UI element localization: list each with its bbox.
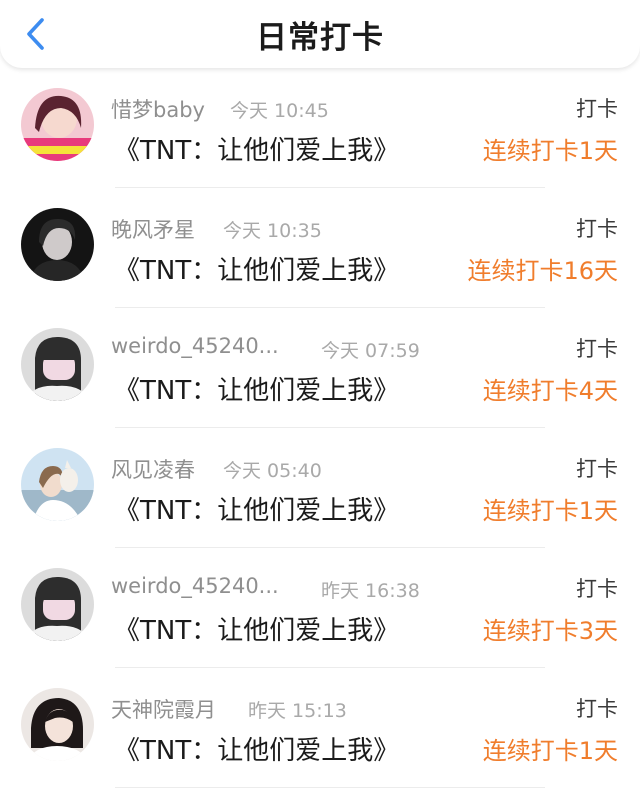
checkin-label: 打卡 [576, 97, 618, 121]
checkin-list: 惜梦baby 今天 10:45 《TNT：让他们爱上我》 打卡 连续打卡1天 晚… [0, 68, 640, 788]
username[interactable]: 天神院霞月 [111, 694, 216, 724]
avatar[interactable] [21, 568, 94, 641]
checkin-time: 今天 10:45 [230, 100, 329, 122]
list-item[interactable]: weirdo_45240... 今天 07:59 《TNT：让他们爱上我》 打卡… [0, 308, 640, 428]
book-title[interactable]: 《TNT：让他们爱上我》 [114, 490, 399, 527]
checkin-label: 打卡 [576, 577, 618, 601]
book-title[interactable]: 《TNT：让他们爱上我》 [114, 610, 399, 647]
page-title: 日常打卡 [256, 20, 384, 56]
checkin-time: 今天 05:40 [223, 460, 322, 482]
avatar[interactable] [21, 88, 94, 161]
username[interactable]: 风见凌春 [111, 454, 195, 484]
username[interactable]: 晚风矛星 [111, 214, 195, 244]
avatar[interactable] [21, 208, 94, 281]
streak-label: 连续打卡16天 [467, 257, 618, 285]
checkin-time: 昨天 16:38 [321, 580, 420, 602]
list-item[interactable]: 风见凌春 今天 05:40 《TNT：让他们爱上我》 打卡 连续打卡1天 [0, 428, 640, 548]
list-item[interactable]: 惜梦baby 今天 10:45 《TNT：让他们爱上我》 打卡 连续打卡1天 [0, 68, 640, 188]
avatar[interactable] [21, 328, 94, 401]
top-bar: 日常打卡 [0, 0, 640, 68]
avatar[interactable] [21, 448, 94, 521]
username[interactable]: 惜梦baby [111, 94, 205, 124]
streak-label: 连续打卡4天 [482, 377, 618, 405]
book-title[interactable]: 《TNT：让他们爱上我》 [114, 730, 399, 767]
checkin-time: 昨天 15:13 [248, 700, 347, 722]
avatar[interactable] [21, 688, 94, 761]
username[interactable]: weirdo_45240... [111, 334, 279, 358]
checkin-label: 打卡 [576, 457, 618, 481]
streak-label: 连续打卡1天 [482, 137, 618, 165]
streak-label: 连续打卡1天 [482, 497, 618, 525]
username[interactable]: weirdo_45240... [111, 574, 279, 598]
streak-label: 连续打卡3天 [482, 617, 618, 645]
book-title[interactable]: 《TNT：让他们爱上我》 [114, 250, 399, 287]
checkin-label: 打卡 [576, 697, 618, 721]
book-title[interactable]: 《TNT：让他们爱上我》 [114, 370, 399, 407]
divider [115, 787, 545, 788]
checkin-time: 今天 10:35 [223, 220, 322, 242]
list-item[interactable]: 天神院霞月 昨天 15:13 《TNT：让他们爱上我》 打卡 连续打卡1天 [0, 668, 640, 788]
checkin-time: 今天 07:59 [321, 340, 420, 362]
checkin-label: 打卡 [576, 337, 618, 361]
book-title[interactable]: 《TNT：让他们爱上我》 [114, 130, 399, 167]
list-item[interactable]: weirdo_45240... 昨天 16:38 《TNT：让他们爱上我》 打卡… [0, 548, 640, 668]
list-item[interactable]: 晚风矛星 今天 10:35 《TNT：让他们爱上我》 打卡 连续打卡16天 [0, 188, 640, 308]
streak-label: 连续打卡1天 [482, 737, 618, 765]
checkin-label: 打卡 [576, 217, 618, 241]
